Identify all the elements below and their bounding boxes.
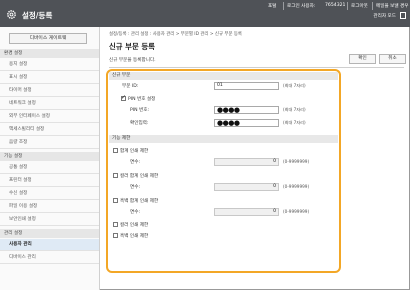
sidebar-item-receive[interactable]: 수신 설정 [0, 188, 99, 200]
login-user-id: 7654321 [325, 3, 346, 8]
dept-id-label: 부문 ID: [122, 84, 139, 89]
divider [109, 67, 404, 68]
sidebar-item-secure-print[interactable]: 보안인쇄 설정 [0, 214, 99, 226]
sidebar-item-volume[interactable]: 음량 조정 [0, 137, 99, 149]
mono-count-hint: (0-9999999) [283, 209, 310, 214]
mono-count-input[interactable]: 0 [214, 208, 279, 216]
pin-label: PIN 번호: [130, 108, 150, 113]
login-user-label: 로그인 사용자: [287, 4, 316, 9]
sidebar-item-user-management[interactable]: 사용자 관리 [0, 239, 99, 251]
sidebar-item-external-interface[interactable]: 외부 인터페이스 설정 [0, 111, 99, 123]
mono-print-limit-checkbox[interactable] [113, 198, 118, 203]
page-subtitle: 신규 부문을 등록합니다. [109, 58, 156, 63]
sidebar: 디바이스 게이트웨 환경 설정 용지 설정 표시 설정 타이머 설정 네트워크 … [0, 27, 100, 290]
page-title: 신규 부문 등록 [109, 42, 155, 51]
color-print-limit-checkbox[interactable] [113, 173, 118, 178]
section-function-restriction: 기능 제한 [109, 135, 338, 143]
breadcrumb: 설정/등록 : 관리 설정 : 사용자 관리 > 부문별 ID 관리 > 신규 … [109, 32, 242, 37]
total-count-label: 면수: [130, 160, 141, 165]
dept-id-input[interactable]: 01 [214, 82, 279, 90]
total-count-input[interactable]: 0 [214, 158, 279, 166]
sidebar-item-file[interactable]: 파일 이용 설정 [0, 201, 99, 213]
color-print-restrict-label: 컬러 인쇄 제한 [120, 223, 149, 228]
confirm-input[interactable]: ●●●● [214, 119, 279, 127]
total-print-limit-label: 합계 인쇄 제한 [120, 149, 149, 154]
mono-print-restrict-label: 흑백 인쇄 제한 [120, 234, 149, 239]
main-content: 설정/등록 : 관리 설정 : 사용자 관리 > 부문별 ID 관리 > 신규 … [101, 27, 410, 290]
color-count-label: 면수: [130, 185, 141, 190]
pin-value: ●●●● [217, 106, 240, 114]
sidebar-item-paper[interactable]: 용지 설정 [0, 59, 99, 71]
sidebar-item-timer[interactable]: 타이머 설정 [0, 85, 99, 97]
color-count-hint: (0-9999999) [283, 184, 310, 189]
color-print-limit-label: 컬러 합계 인쇄 제한 [120, 174, 159, 179]
portal-button[interactable]: 디바이스 게이트웨 [9, 33, 87, 44]
confirm-value: ●●●● [217, 119, 240, 127]
top-header: 설정/등록 포털 로그인 사용자: 7654321 로그아웃 메일을 보낼 경우… [0, 0, 410, 27]
sidebar-item-device-management[interactable]: 디바이스 관리 [0, 252, 99, 264]
pin-hint: (최대 7자리) [283, 107, 306, 112]
pin-checkbox-label: PIN 번호 설정 [128, 97, 156, 102]
sidebar-item-printer[interactable]: 프린터 설정 [0, 175, 99, 187]
sidebar-item-network[interactable]: 네트워크 설정 [0, 98, 99, 110]
gear-icon [7, 10, 16, 19]
mail-link[interactable]: 메일을 보낼 경우 [376, 3, 409, 9]
total-count-hint: (0-9999999) [283, 159, 310, 164]
ok-button[interactable]: 확인 [349, 54, 376, 64]
total-print-limit-checkbox[interactable] [113, 148, 118, 153]
mono-count-label: 면수: [130, 210, 141, 215]
sidebar-section-management: 관리 설정 [0, 229, 99, 238]
admin-mode-icon[interactable] [400, 12, 406, 19]
cancel-button[interactable]: 취소 [379, 54, 406, 64]
color-print-restrict-checkbox[interactable] [113, 222, 118, 227]
sidebar-item-display[interactable]: 표시 설정 [0, 72, 99, 84]
confirm-hint: (최대 7자리) [283, 120, 306, 125]
color-count-input[interactable]: 0 [214, 183, 279, 191]
mono-print-restrict-checkbox[interactable] [113, 233, 118, 238]
dept-id-hint: (최대 7자리) [283, 83, 306, 88]
confirm-label: 확인입력: [130, 121, 149, 126]
admin-mode-label: 관리자 모드 [373, 14, 396, 19]
app-title: 설정/등록 [22, 11, 53, 20]
section-new-department: 신규 부문 [109, 72, 338, 80]
sidebar-section-environment: 환경 설정 [0, 49, 99, 58]
header-separator [372, 2, 373, 10]
mono-print-limit-label: 흑백 합계 인쇄 제한 [120, 199, 159, 204]
logout-link[interactable]: 로그아웃 [351, 3, 368, 9]
sidebar-section-function: 기능 설정 [0, 152, 99, 161]
header-separator [283, 2, 284, 10]
pin-checkbox[interactable] [121, 94, 126, 101]
header-separator [347, 2, 348, 10]
pin-input[interactable]: ●●●● [214, 106, 279, 114]
sidebar-item-common[interactable]: 공통 설정 [0, 162, 99, 174]
portal-link[interactable]: 포털 [268, 3, 276, 9]
sidebar-item-accessibility[interactable]: 액세스빌리티 설정 [0, 124, 99, 136]
